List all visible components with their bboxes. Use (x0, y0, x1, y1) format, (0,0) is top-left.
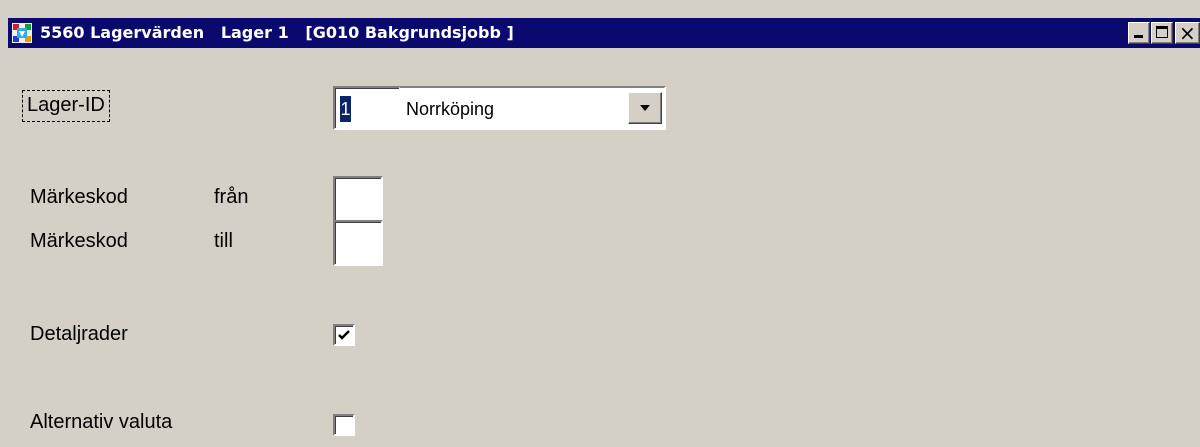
detaljrader-checkbox[interactable] (333, 324, 355, 346)
markeskod-fran-qualifier: från (214, 186, 249, 208)
lager-id-value: 1 (340, 96, 351, 122)
lager-name-selected: Norrköping (406, 99, 495, 119)
markeskod-fran-input[interactable] (333, 176, 383, 222)
chevron-down-icon (640, 105, 650, 111)
lager-id-input[interactable]: 1 (333, 86, 401, 130)
detaljrader-label: Detaljrader (30, 323, 128, 345)
app-window: 5560 Lagervärden Lager 1 [G010 Bakgrunds… (0, 0, 1200, 447)
window-title: 5560 Lagervärden Lager 1 [G010 Bakgrunds… (40, 23, 514, 42)
app-icon[interactable] (12, 23, 32, 43)
markeskod-till-qualifier: till (214, 230, 233, 252)
alternativ-valuta-label: Alternativ valuta (30, 411, 173, 433)
maximize-button[interactable] (1151, 22, 1173, 44)
close-icon: × (1179, 21, 1196, 45)
minimize-button[interactable] (1128, 22, 1150, 44)
lager-id-label: Lager-ID (22, 90, 110, 122)
alternativ-valuta-checkbox[interactable] (333, 414, 355, 436)
markeskod-till-input[interactable] (333, 220, 383, 266)
minimize-icon (1134, 35, 1143, 38)
checkmark-icon (338, 330, 350, 340)
lager-name-dropdown[interactable]: Norrköping (400, 86, 666, 130)
markeskod-fran-label: Märkeskod (30, 186, 128, 208)
markeskod-till-label: Märkeskod (30, 230, 128, 252)
maximize-icon (1156, 26, 1168, 38)
title-bar[interactable]: 5560 Lagervärden Lager 1 [G010 Bakgrunds… (8, 18, 1200, 48)
dropdown-button[interactable] (628, 92, 662, 124)
close-button[interactable]: × (1175, 22, 1200, 44)
